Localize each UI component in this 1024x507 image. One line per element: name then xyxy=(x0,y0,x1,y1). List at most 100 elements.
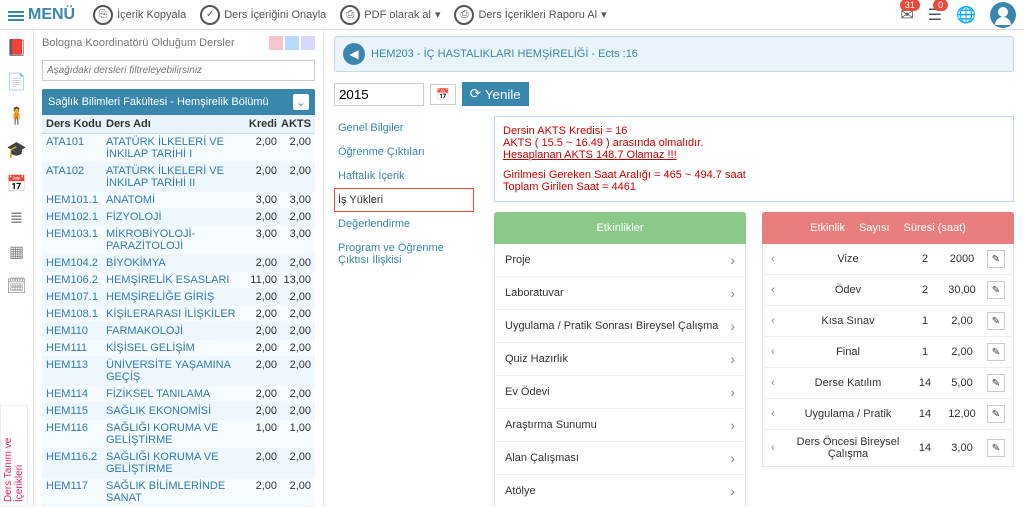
table-row[interactable]: HEM103.1MİKROBİYOLOJİ-PARAZİTOLOJİ3,003,… xyxy=(42,226,315,255)
faculty-accordion-header[interactable]: Sağlık Bilimleri Fakültesi - Hemşirelik … xyxy=(42,89,315,115)
pdf-label: PDF olarak al xyxy=(364,9,431,21)
row-kredi: 2,00 xyxy=(243,451,277,475)
table-row[interactable]: HEM106.2HEMŞİRELİK ESASLARI11,0013,00 xyxy=(42,272,315,289)
back-button[interactable]: ◀ xyxy=(343,43,365,65)
nav-degerlendirme[interactable]: Değerlendirme xyxy=(334,212,474,236)
rail-doc-icon[interactable]: 📄 xyxy=(7,72,27,92)
edit-button[interactable]: ✎ xyxy=(987,439,1005,457)
year-input[interactable] xyxy=(334,83,424,106)
faculty-label: Sağlık Bilimleri Fakültesi - Hemşirelik … xyxy=(48,96,269,108)
rail-cap-icon[interactable]: 🎓 xyxy=(7,140,27,160)
table-row[interactable]: HEM113ÜNİVERSİTE YAŞAMINA GEÇİŞ2,002,00 xyxy=(42,357,315,386)
messages-button[interactable]: ✉ 31 xyxy=(900,5,913,25)
activity-row[interactable]: Quiz Hazırlık› xyxy=(495,342,745,375)
nav-program-iliskisi[interactable]: Program ve Öğrenme Çıktısı İlişkisi xyxy=(334,236,474,272)
row-kredi: 11,00 xyxy=(243,274,277,286)
activity-row[interactable]: Laboratuvar› xyxy=(495,276,745,309)
row-akts: 3,00 xyxy=(277,194,311,206)
user-avatar[interactable] xyxy=(990,2,1016,28)
rail-book-icon[interactable]: 📕 xyxy=(7,38,27,58)
refresh-button[interactable]: ⟳ Yenile xyxy=(462,82,529,106)
table-row[interactable]: HEM104.2BİYOKİMYA2,002,00 xyxy=(42,255,315,272)
rail-cal2-icon[interactable]: 🗓 xyxy=(7,276,27,296)
side-tab-ders-tanim[interactable]: Ders Tanım ve İçerikleri xyxy=(0,405,28,507)
table-row[interactable]: ATA101ATATÜRK İLKELERİ VE İNKILAP TARİHİ… xyxy=(42,134,315,163)
effort-name: Ders Öncesi Bireysel Çalışma xyxy=(789,436,907,460)
edit-button[interactable]: ✎ xyxy=(987,343,1005,361)
row-akts: 1,00 xyxy=(277,422,311,446)
rail-grid-icon[interactable]: ▦ xyxy=(7,242,27,262)
row-akts: 2,00 xyxy=(277,308,311,320)
table-row[interactable]: HEM110FARMAKOLOJİ2,002,00 xyxy=(42,323,315,340)
rail-calendar-icon[interactable]: 📅 xyxy=(7,174,27,194)
row-code: HEM110 xyxy=(46,325,106,337)
main-menu-button[interactable]: MENÜ xyxy=(8,6,75,24)
calendar-picker-button[interactable]: 📅 xyxy=(430,84,456,105)
activity-row[interactable]: Ev Ödevi› xyxy=(495,375,745,408)
row-kredi: 2,00 xyxy=(243,257,277,269)
activity-row[interactable]: Proje› xyxy=(495,244,745,276)
col-name: Ders Adı xyxy=(106,118,243,130)
row-kredi: 2,00 xyxy=(243,359,277,383)
row-akts: 2,00 xyxy=(277,165,311,189)
info-line-1: Dersin AKTS Kredisi = 16 xyxy=(503,125,1005,137)
chevron-left-icon[interactable]: ‹ xyxy=(771,377,783,389)
table-row[interactable]: HEM107.1HEMŞİRELİĞE GİRİŞ2,002,00 xyxy=(42,289,315,306)
grid-header: Ders Kodu Ders Adı Kredi AKTS xyxy=(42,115,315,134)
table-row[interactable]: HEM101.1ANATOMİ3,003,00 xyxy=(42,192,315,209)
filter-input[interactable] xyxy=(42,60,315,81)
effort-count: 14 xyxy=(913,442,937,454)
table-row[interactable]: HEM117SAĞLIK BİLİMLERİNDE SANAT2,002,00 xyxy=(42,478,315,507)
pdf-button[interactable]: ⎙ PDF olarak al ▾ xyxy=(340,5,440,25)
chevron-right-icon: › xyxy=(730,450,735,466)
table-row[interactable]: HEM115SAĞLIK EKONOMİSİ2,002,00 xyxy=(42,403,315,420)
row-code: HEM117 xyxy=(46,480,106,504)
activity-row[interactable]: Uygulama / Pratik Sonrası Bireysel Çalış… xyxy=(495,309,745,342)
activity-row[interactable]: Alan Çalışması› xyxy=(495,441,745,474)
activity-row[interactable]: Atölye› xyxy=(495,474,745,507)
refresh-icon: ⟳ xyxy=(470,86,481,102)
chevron-left-icon[interactable]: ‹ xyxy=(771,284,783,296)
row-name: FARMAKOLOJİ xyxy=(106,325,243,337)
row-name: SAĞLIK BİLİMLERİNDE SANAT xyxy=(106,480,243,504)
chevron-left-icon[interactable]: ‹ xyxy=(771,442,783,454)
approve-content-button[interactable]: ✓ Ders İçeriğini Onayla xyxy=(200,5,326,25)
edit-button[interactable]: ✎ xyxy=(987,405,1005,423)
table-row[interactable]: HEM108.1KİŞİLERARASI İLİŞKİLER2,002,00 xyxy=(42,306,315,323)
chevron-left-icon[interactable]: ‹ xyxy=(771,253,783,265)
tasks-button[interactable]: ☰ 0 xyxy=(928,5,942,25)
rail-lines-icon[interactable]: ≣ xyxy=(7,208,27,228)
copy-label: İçerik Kopyala xyxy=(117,9,186,21)
copy-content-button[interactable]: ⎘ İçerik Kopyala xyxy=(93,5,186,25)
table-row[interactable]: HEM116.2SAĞLIĞI KORUMA VE GELİŞTİRME2,00… xyxy=(42,449,315,478)
edit-button[interactable]: ✎ xyxy=(987,250,1005,268)
rail-person-icon[interactable]: 🧍 xyxy=(7,106,27,126)
chevron-left-icon[interactable]: ‹ xyxy=(771,315,783,327)
chevron-left-icon[interactable]: ‹ xyxy=(771,346,783,358)
info-link[interactable]: Hesaplanan AKTS 148.7 Olamaz !!! xyxy=(503,149,677,161)
nav-is-yukleri[interactable]: İş Yükleri xyxy=(334,188,474,212)
nav-haftalik-icerik[interactable]: Haftalık İçerik xyxy=(334,164,474,188)
row-code: HEM106.2 xyxy=(46,274,106,286)
edit-button[interactable]: ✎ xyxy=(987,312,1005,330)
nav-genel-bilgiler[interactable]: Genel Bilgiler xyxy=(334,116,474,140)
row-code: HEM111 xyxy=(46,342,106,354)
table-row[interactable]: HEM116SAĞLIĞI KORUMA VE GELİŞTİRME1,001,… xyxy=(42,420,315,449)
row-name: ANATOMİ xyxy=(106,194,243,206)
table-row[interactable]: HEM111KİŞİSEL GELİŞİM2,002,00 xyxy=(42,340,315,357)
edit-button[interactable]: ✎ xyxy=(987,281,1005,299)
nav-ogrenme-ciktilari[interactable]: Öğrenme Çıktıları xyxy=(334,140,474,164)
globe-button[interactable]: 🌐 xyxy=(956,5,976,25)
table-row[interactable]: HEM102.1FİZYOLOJİ2,002,00 xyxy=(42,209,315,226)
table-row[interactable]: HEM114FİZİKSEL TANILAMA2,002,00 xyxy=(42,386,315,403)
edit-button[interactable]: ✎ xyxy=(987,374,1005,392)
activity-row[interactable]: Araştırma Sunumu› xyxy=(495,408,745,441)
report-button[interactable]: ⎙ Ders İçerikleri Raporu Al ▾ xyxy=(454,5,606,25)
effort-count: 14 xyxy=(913,408,937,420)
row-code: HEM115 xyxy=(46,405,106,417)
chevron-left-icon[interactable]: ‹ xyxy=(771,408,783,420)
chevron-right-icon: › xyxy=(730,351,735,367)
effort-row: ‹Uygulama / Pratik1412,00✎ xyxy=(763,398,1013,429)
row-name: FİZYOLOJİ xyxy=(106,211,243,223)
table-row[interactable]: ATA102ATATÜRK İLKELERİ VE İNKILAP TARİHİ… xyxy=(42,163,315,192)
